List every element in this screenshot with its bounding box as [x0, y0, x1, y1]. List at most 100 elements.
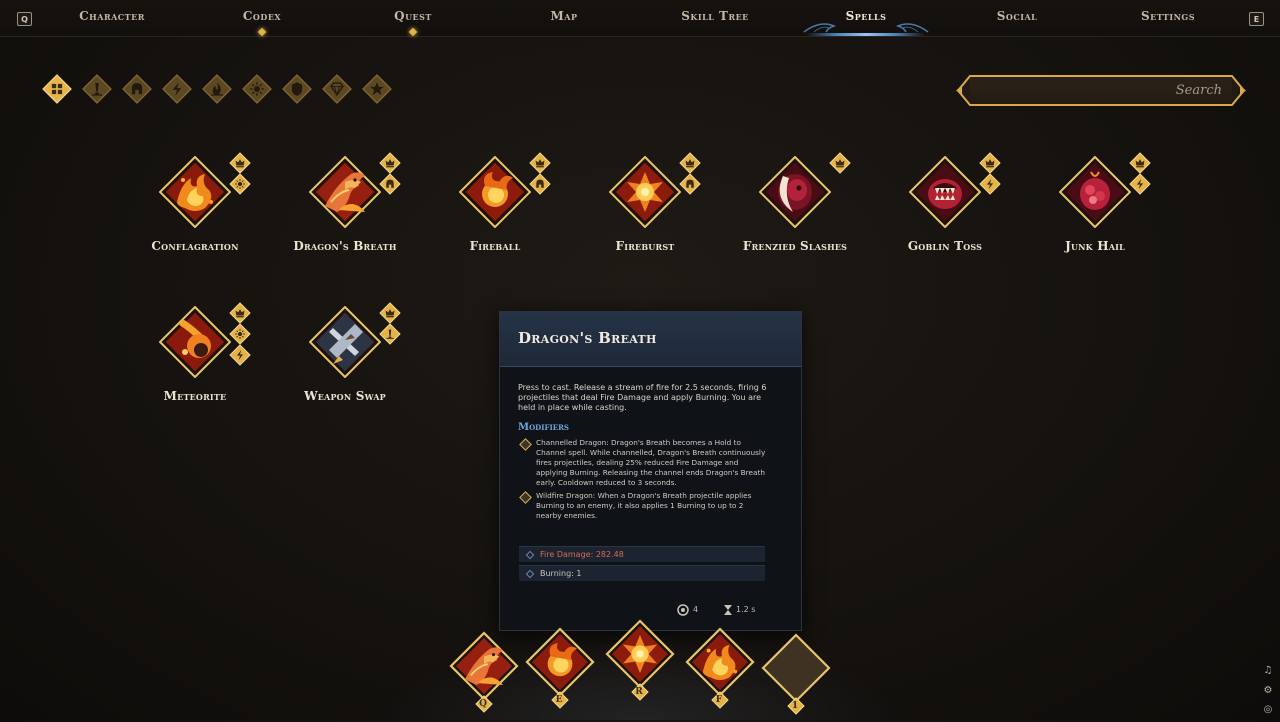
exclamation-icon	[378, 323, 402, 345]
stat-fire-damage: Fire Damage: 282.48	[519, 546, 765, 562]
crown-icon	[978, 152, 1002, 174]
spell-tag-badges	[978, 152, 1004, 195]
stat-burning: Burning: 1	[519, 565, 765, 581]
shield-icon	[282, 74, 312, 104]
hourglass-icon	[724, 605, 732, 615]
crown-icon	[378, 302, 402, 324]
crown-icon	[1128, 152, 1152, 174]
tab-skill-tree[interactable]: Skill Tree	[681, 9, 749, 23]
codex-notification-icon	[257, 27, 267, 37]
crown-icon	[528, 152, 552, 174]
spell-card[interactable]: Meteorite	[130, 302, 260, 432]
tab-character[interactable]: Character	[79, 9, 145, 23]
hotbar-key-label: F	[715, 695, 723, 705]
crown-icon	[678, 152, 702, 174]
star-icon	[362, 74, 392, 104]
flame-icon	[202, 74, 232, 104]
hotbar-key-label: Q	[479, 699, 487, 709]
stat-diamond-icon	[525, 550, 535, 560]
lightning-icon	[1128, 173, 1152, 195]
tab-codex[interactable]: Codex	[243, 9, 281, 23]
spell-card[interactable]: Conflagration	[130, 152, 260, 282]
exclamation-icon	[82, 74, 112, 104]
charges-value: 4	[693, 605, 699, 614]
helmet-icon	[528, 173, 552, 195]
hotbar-slot-1[interactable]: 1	[756, 628, 836, 718]
grid-icon	[42, 74, 72, 104]
top-nav: Q Character Codex Quest Map Skill Tree S…	[0, 0, 1280, 37]
filter-grid-icon[interactable]	[42, 74, 72, 104]
spell-card[interactable]: Frenzied Slashes	[730, 152, 860, 282]
helmet-icon	[378, 173, 402, 195]
spell-name: Conflagration	[151, 239, 239, 253]
crown-icon	[378, 152, 402, 174]
spell-tag-badges	[1128, 152, 1154, 195]
sun-icon	[228, 323, 252, 345]
spell-slash-icon	[758, 155, 832, 229]
spell-tag-badges	[228, 302, 254, 366]
hotbar-slot-e[interactable]: E	[520, 622, 600, 712]
quest-notification-icon	[408, 27, 418, 37]
spell-burst-icon	[608, 155, 682, 229]
hotbar-key-label: 1	[791, 701, 799, 711]
stat-fire-damage-text: Fire Damage: 282.48	[540, 550, 624, 559]
spell-name: Frenzied Slashes	[742, 239, 848, 253]
filter-gem-icon[interactable]	[322, 74, 352, 104]
spell-tooltip: Dragon's Breath Press to cast. Release a…	[499, 311, 802, 631]
filter-helmet-icon[interactable]	[122, 74, 152, 104]
helmet-icon	[122, 74, 152, 104]
modifier-diamond-icon	[519, 491, 532, 504]
spell-card[interactable]: Goblin Toss	[880, 152, 1010, 282]
spell-card[interactable]: Dragon's Breath	[280, 152, 410, 282]
spell-swap-icon	[308, 305, 382, 379]
spell-tag-badges	[678, 152, 704, 195]
spell-tag-badges	[378, 152, 404, 195]
spell-goblin-icon	[908, 155, 982, 229]
spell-card[interactable]: Weapon Swap	[280, 302, 410, 432]
cooldown-value: 1.2 s	[736, 605, 756, 614]
spell-card[interactable]: Fireball	[430, 152, 560, 282]
lightning-icon	[228, 344, 252, 366]
spell-name: Fireburst	[615, 239, 675, 253]
spell-card[interactable]: Fireburst	[580, 152, 710, 282]
hotbar-slot-r[interactable]: R	[600, 614, 680, 704]
microphone-icon[interactable]: ♫	[1262, 664, 1274, 676]
spell-tag-badges	[378, 302, 404, 345]
spell-name: Goblin Toss	[907, 239, 983, 253]
next-tab-key-hint[interactable]: E	[1249, 12, 1264, 26]
spell-meteor-icon	[158, 305, 232, 379]
filter-sun-icon[interactable]	[242, 74, 272, 104]
filter-shield-icon[interactable]	[282, 74, 312, 104]
tab-quest[interactable]: Quest	[394, 9, 432, 23]
prev-tab-key-hint[interactable]: Q	[17, 12, 32, 26]
filter-flame-icon[interactable]	[202, 74, 232, 104]
filter-star-icon[interactable]	[362, 74, 392, 104]
spell-name: Weapon Swap	[304, 389, 386, 403]
tab-map[interactable]: Map	[550, 9, 577, 23]
active-tab-underline	[806, 33, 926, 36]
filter-exclamation-icon[interactable]	[82, 74, 112, 104]
hotbar-slot-q[interactable]: Q	[444, 626, 524, 716]
tooltip-footer: 4 1.2 s	[676, 603, 786, 617]
sun-icon	[242, 74, 272, 104]
crown-icon	[828, 152, 852, 174]
tooltip-title: Dragon's Breath	[518, 329, 657, 347]
hotbar-slot-f[interactable]: F	[680, 622, 760, 712]
filter-lightning-icon[interactable]	[162, 74, 192, 104]
spell-fire-icon	[158, 155, 232, 229]
spell-tag-badges	[828, 152, 854, 174]
spell-junk-icon	[1058, 155, 1132, 229]
stat-burning-text: Burning: 1	[540, 569, 582, 578]
sun-icon	[228, 173, 252, 195]
lightning-icon	[978, 173, 1002, 195]
search-input[interactable]	[970, 77, 1232, 104]
gem-icon	[322, 74, 352, 104]
hotbar-key-label: E	[555, 695, 563, 705]
spell-dragon-icon	[308, 155, 382, 229]
tab-social[interactable]: Social	[997, 9, 1038, 23]
tab-spells[interactable]: Spells	[846, 9, 887, 23]
spell-card[interactable]: Junk Hail	[1030, 152, 1160, 282]
settings-gear-icon[interactable]: ⚙	[1262, 684, 1274, 696]
network-icon[interactable]: ◎	[1262, 703, 1274, 715]
tab-settings[interactable]: Settings	[1141, 9, 1195, 23]
